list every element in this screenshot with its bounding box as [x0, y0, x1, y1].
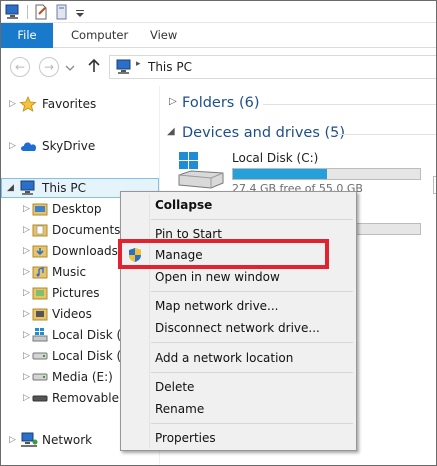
menu-separator	[151, 423, 353, 424]
devices-group-title: Devices and drives (5)	[182, 125, 346, 141]
back-button[interactable]: ←	[10, 57, 30, 77]
videos-folder-icon	[32, 308, 48, 321]
nav-item-label: Music	[52, 265, 87, 279]
drive-name: Local Disk (C:)	[232, 151, 319, 165]
drive-usage-bar	[232, 168, 421, 180]
address-bar[interactable]: ▸ This PC	[109, 55, 436, 79]
music-folder-icon	[32, 266, 48, 279]
nav-item-label: Local Disk (C	[52, 328, 130, 342]
tab-view[interactable]: View	[150, 23, 177, 48]
menu-item-map-network-drive[interactable]: Map network drive...	[155, 296, 279, 316]
windows-drive-icon	[178, 152, 224, 189]
expand-arrow-icon[interactable]: ▷	[23, 346, 30, 366]
expand-arrow-icon[interactable]: ▷	[23, 304, 30, 324]
nav-item-label: Media (E:)	[52, 370, 113, 384]
nav-skydrive[interactable]: ▷ SkyDrive	[1, 136, 159, 156]
nav-skydrive-label: SkyDrive	[42, 139, 96, 153]
skydrive-cloud-icon	[21, 142, 37, 151]
new-folder-icon[interactable]	[55, 4, 69, 20]
menu-separator	[151, 342, 353, 343]
context-menu: Collapse Pin to Start Manage Open in new…	[120, 191, 357, 451]
group-collapse-icon[interactable]: ◢	[167, 126, 175, 137]
removable-drive-icon	[32, 395, 48, 402]
menu-item-open-new-window[interactable]: Open in new window	[155, 267, 280, 287]
hard-drive-icon	[32, 352, 48, 360]
this-pc-icon	[116, 59, 131, 74]
expand-arrow-icon[interactable]: ▷	[23, 199, 30, 219]
expand-arrow-icon[interactable]: ▷	[23, 283, 30, 303]
this-pc-icon	[20, 180, 35, 195]
group-divider	[263, 104, 436, 105]
menu-item-collapse[interactable]: Collapse	[155, 195, 212, 215]
partial-drive-tile	[433, 176, 436, 194]
hard-drive-icon	[32, 373, 48, 381]
nav-item-label: Documents	[52, 223, 121, 237]
expand-arrow-icon[interactable]: ▷	[23, 241, 30, 261]
file-explorer-window: File Computer View ← → ▸ This PC ▷ Favor…	[0, 0, 437, 466]
toolbar-separator	[27, 5, 28, 19]
nav-favorites-label: Favorites	[42, 97, 97, 111]
forward-button[interactable]: →	[39, 57, 59, 77]
nav-item-label: Videos	[52, 307, 92, 321]
nav-item-label: Pictures	[52, 286, 100, 300]
recent-locations-icon[interactable]	[65, 64, 75, 72]
menu-gutter	[149, 194, 150, 448]
downloads-folder-icon	[32, 245, 48, 258]
menu-item-properties[interactable]: Properties	[155, 428, 216, 448]
tab-computer[interactable]: Computer	[71, 23, 128, 48]
expand-arrow-icon[interactable]: ▷	[9, 430, 16, 450]
menu-separator	[151, 372, 353, 373]
drive-usage-fill	[233, 169, 327, 179]
expand-arrow-icon[interactable]: ▷	[23, 388, 30, 408]
nav-favorites[interactable]: ▷ Favorites	[1, 94, 159, 114]
group-expand-icon[interactable]: ▷	[169, 96, 177, 107]
menu-item-disconnect-network-drive[interactable]: Disconnect network drive...	[155, 318, 320, 338]
customize-toolbar-icon[interactable]	[74, 4, 86, 20]
computer-icon[interactable]	[4, 4, 22, 20]
breadcrumb-chevron-icon[interactable]: ▸	[136, 59, 141, 69]
nav-item-label: Local Disk (D	[52, 349, 131, 363]
properties-icon[interactable]	[34, 4, 48, 20]
title-bar	[1, 1, 436, 23]
expand-arrow-icon[interactable]: ▷	[9, 136, 16, 156]
network-icon	[21, 432, 38, 447]
documents-folder-icon	[32, 224, 48, 237]
menu-item-delete[interactable]: Delete	[155, 377, 194, 397]
expand-arrow-icon[interactable]: ▷	[23, 262, 30, 282]
nav-network-label: Network	[42, 433, 93, 447]
expand-arrow-icon[interactable]: ▷	[23, 325, 30, 345]
collapse-arrow-icon[interactable]: ◢	[7, 178, 14, 198]
expand-arrow-icon[interactable]: ▷	[9, 94, 16, 114]
tab-file[interactable]: File	[1, 23, 53, 48]
ribbon-tabs: File Computer View	[1, 23, 436, 48]
desktop-folder-icon	[32, 203, 48, 216]
menu-separator	[151, 219, 353, 220]
menu-item-rename[interactable]: Rename	[155, 399, 204, 419]
expand-arrow-icon[interactable]: ▷	[23, 220, 30, 240]
group-divider	[335, 134, 436, 135]
menu-item-add-network-location[interactable]: Add a network location	[155, 348, 293, 368]
nav-this-pc-label: This PC	[42, 181, 86, 195]
up-arrow-icon[interactable]	[87, 58, 101, 74]
pictures-folder-icon	[32, 287, 48, 300]
nav-item-label: Desktop	[52, 202, 102, 216]
breadcrumb-this-pc[interactable]: This PC	[148, 60, 192, 74]
star-icon	[19, 96, 37, 112]
expand-arrow-icon[interactable]: ▷	[23, 367, 30, 387]
folders-group-title: Folders (6)	[182, 95, 260, 111]
manage-highlight-annotation	[118, 239, 329, 269]
windows-drive-icon	[32, 328, 48, 342]
nav-item-label: Downloads	[52, 244, 118, 258]
navigation-bar: ← → ▸ This PC	[1, 48, 436, 86]
menu-separator	[151, 291, 353, 292]
